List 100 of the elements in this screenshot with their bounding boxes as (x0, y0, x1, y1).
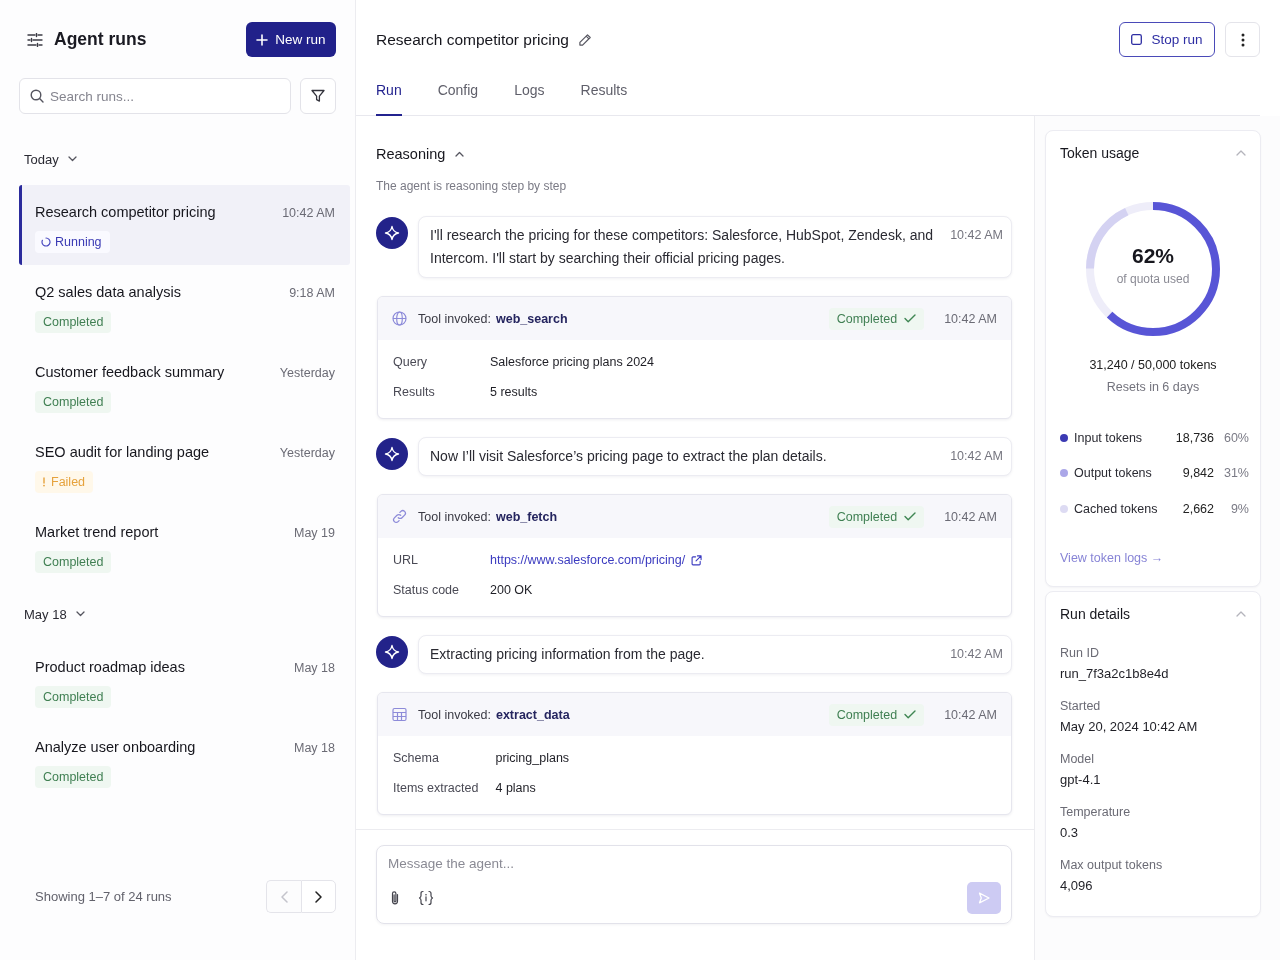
check-icon (904, 314, 917, 323)
pencil-icon[interactable] (578, 32, 592, 47)
run-item[interactable]: Customer feedback summary Yesterday Completed (19, 345, 350, 425)
url-link[interactable]: https://www.salesforce.com/pricing/ (490, 545, 703, 575)
card-title: Token usage (1060, 144, 1140, 163)
braces-icon[interactable] (418, 890, 434, 906)
chevron-up-icon (455, 151, 465, 157)
tool-name: extract_data (495, 707, 570, 722)
legend-label: Cached tokens (1074, 501, 1158, 516)
field-value: Salesforce pricing plans 2024 (490, 354, 655, 371)
tab[interactable]: Results (580, 67, 628, 116)
status-text: Completed (43, 395, 104, 409)
detail-label: Temperature (1060, 803, 1132, 821)
message-time: 10:42 AM (949, 227, 1003, 244)
field-label: Query (393, 354, 429, 371)
stop-run-button[interactable]: Stop run (1119, 22, 1215, 57)
square-icon (1131, 34, 1143, 45)
status-text: Completed (43, 555, 104, 569)
detail-value: May 20, 2024 10:42 AM (1060, 717, 1199, 736)
legend-percent: 60% (1222, 430, 1249, 445)
run-title: Product roadmap ideas (35, 658, 185, 677)
chevron-up-icon[interactable] (1236, 150, 1246, 156)
chevron-up-icon[interactable] (1236, 610, 1246, 617)
detail-label: Started (1060, 697, 1102, 715)
chevron-right-icon (315, 890, 322, 903)
reset-text: Resets in 6 days (1105, 379, 1201, 396)
run-time: Yesterday (279, 445, 335, 462)
legend-percent: 9% (1229, 501, 1249, 516)
run-title: Research competitor pricing (35, 203, 216, 222)
detail-value: gpt-4.1 (1060, 770, 1102, 789)
run-item[interactable]: SEO audit for landing page Yesterday Failed (19, 425, 350, 505)
alert-icon (41, 477, 47, 487)
send-icon (978, 892, 990, 904)
plus-icon (256, 33, 269, 46)
run-item[interactable]: Analyze user onboarding May 18 Completed (19, 720, 350, 800)
tool-name: web_fetch (495, 509, 558, 524)
legend-value: 2,662 (1182, 501, 1214, 516)
more-button[interactable] (1225, 22, 1260, 57)
group-header[interactable]: May 18 (24, 601, 85, 627)
filter-icon (311, 89, 325, 103)
message-field[interactable]: Message the agent... (388, 856, 1001, 872)
search-icon (30, 89, 44, 103)
chevron-down-icon (75, 611, 85, 617)
run-item[interactable]: Product roadmap ideas May 18 Completed (19, 640, 350, 720)
link-icon (392, 509, 407, 524)
run-time: May 19 (294, 525, 335, 542)
status-text: Completed (836, 707, 898, 722)
app-title: Agent runs (54, 29, 147, 50)
field-label: Schema (393, 750, 440, 767)
legend-value: 18,736 (1175, 430, 1214, 445)
search-field[interactable]: Search runs... (19, 78, 291, 114)
field-label: Results (393, 384, 436, 401)
field-value: 200 OK (490, 582, 534, 599)
sparkle-avatar-icon (376, 636, 408, 668)
sparkle-avatar-icon (376, 438, 408, 470)
detail-label: Model (1060, 750, 1096, 768)
tool-label: Tool invoked: (418, 509, 491, 524)
group-header[interactable]: Today (24, 146, 77, 172)
reasoning-toggle[interactable]: Reasoning (376, 144, 465, 164)
quota-percent: 62% (1132, 243, 1174, 268)
globe-icon (392, 311, 407, 326)
status-text: Completed (43, 315, 104, 329)
tool-label: Tool invoked: (418, 311, 491, 326)
check-icon (904, 512, 917, 521)
status-text: Completed (836, 311, 898, 326)
run-title: Analyze user onboarding (35, 738, 196, 757)
status-text: Completed (43, 770, 104, 784)
quota-caption: of quota used (1116, 270, 1190, 287)
message-text: Now I’ll visit Salesforce’s pricing page to extract the plan details. (430, 447, 827, 466)
sparkle-avatar-icon (376, 217, 408, 249)
tool-time: 10:42 AM (944, 311, 997, 326)
detail-value: 0.3 (1060, 823, 1080, 842)
tab[interactable]: Logs (514, 67, 545, 116)
run-time: 10:42 AM (282, 205, 335, 222)
external-link-icon (691, 554, 703, 566)
tab[interactable]: Config (437, 67, 479, 116)
spinner-icon (41, 237, 51, 247)
status-text: Failed (51, 475, 86, 489)
field-value: 5 results (490, 384, 539, 401)
run-title: Customer feedback summary (35, 363, 225, 382)
field-label: Items extracted (393, 780, 479, 797)
detail-label: Max output tokens (1060, 856, 1164, 874)
message-text: I'll research the pricing for these competitors: Salesforce, HubSpot, Zendesk, and Intercom. I'll start by searching their official pricing pages. (430, 226, 935, 268)
run-title-heading: Research competitor pricing (376, 30, 569, 49)
filter-button[interactable] (300, 78, 336, 114)
paperclip-icon[interactable] (389, 890, 401, 906)
new-run-button[interactable]: New run (246, 22, 336, 57)
run-item[interactable]: Q2 sales data analysis 9:18 AM Completed (19, 265, 350, 345)
tool-time: 10:42 AM (944, 509, 997, 524)
message-text: Extracting pricing information from the page. (430, 645, 705, 664)
legend-label: Output tokens (1074, 466, 1152, 481)
sliders-icon[interactable] (27, 32, 43, 47)
run-item[interactable]: Research competitor pricing 10:42 AM Running (19, 185, 350, 265)
run-title: Market trend report (35, 523, 159, 542)
run-item[interactable]: Market trend report May 19 Completed (19, 505, 350, 585)
chevron-down-icon (67, 156, 77, 162)
next-page-button[interactable] (301, 880, 336, 913)
detail-value: 4,096 (1060, 876, 1094, 895)
status-text: Completed (836, 509, 898, 524)
chevron-left-icon (280, 890, 288, 903)
